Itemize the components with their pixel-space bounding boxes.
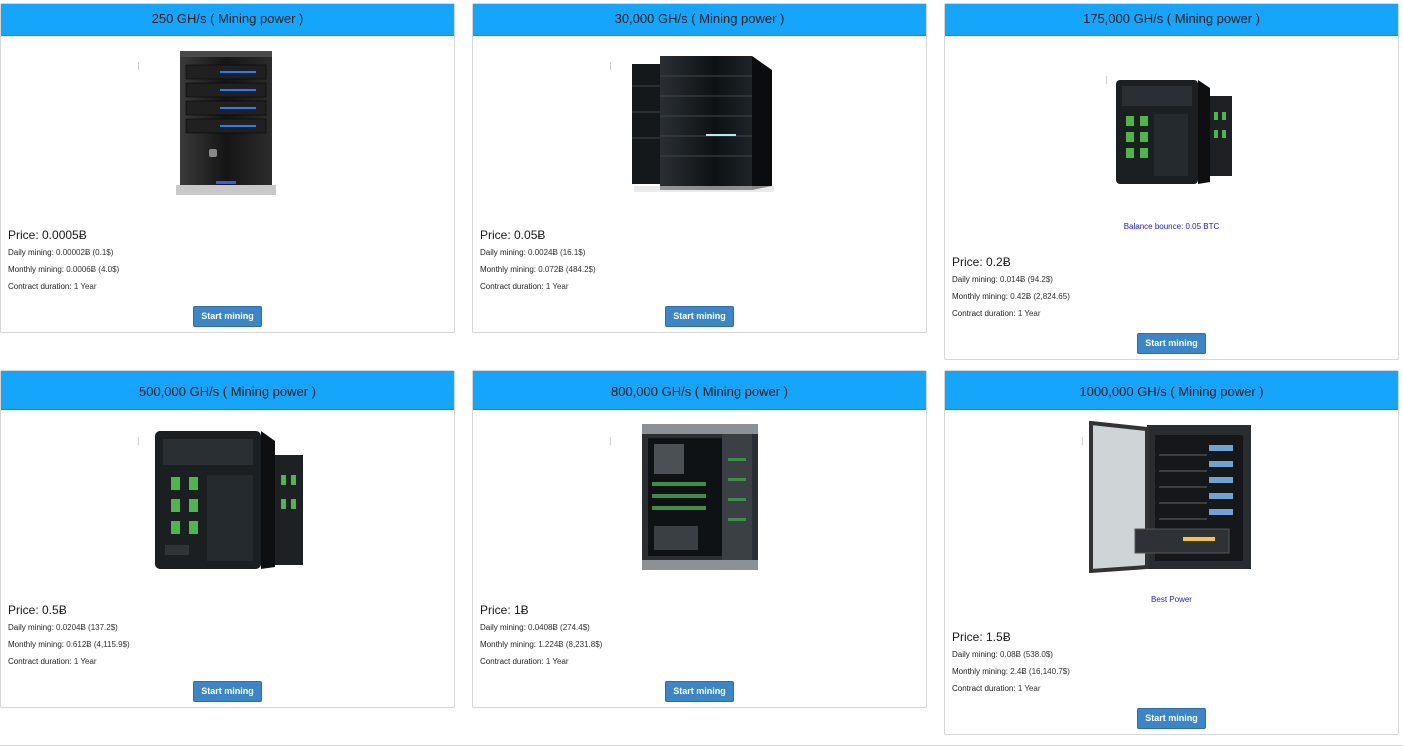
server-tower-icon (1, 49, 454, 197)
monthly-mining: Monthly mining: 0.612Ƀ (4,115.9$) (8, 640, 130, 649)
promo-text: Best Power (1151, 595, 1192, 604)
start-mining-button[interactable]: Start mining (1137, 708, 1206, 729)
plan-price: Price: 0.0005Ƀ (8, 228, 87, 242)
server-cabinet-icon (473, 54, 926, 194)
monthly-mining: Monthly mining: 1.224Ƀ (8,231.8$) (480, 640, 603, 649)
contract-duration: Contract duration: 1 Year (952, 309, 1041, 318)
daily-mining: Daily mining: 0.0408Ƀ (274.4$) (480, 623, 590, 632)
daily-mining: Daily mining: 0.014Ƀ (94.2$) (952, 275, 1053, 284)
contract-duration: Contract duration: 1 Year (480, 282, 569, 291)
plan-header: 250 GH/s ( Mining power ) (1, 4, 454, 36)
plan-header: 30,000 GH/s ( Mining power ) (473, 4, 926, 36)
mining-rig-icon (1, 427, 454, 573)
plan-header: 175,000 GH/s ( Mining power ) (945, 4, 1398, 36)
plan-card-1000000: 1000,000 GH/s ( Mining power ) Best Powe… (944, 370, 1399, 735)
promo-text: Balance bounce: 0.05 BTC (1123, 222, 1220, 231)
page-divider (0, 745, 1403, 746)
contract-duration: Contract duration: 1 Year (952, 684, 1041, 693)
plan-price: Price: 0.2Ƀ (952, 255, 1011, 269)
monthly-mining: Monthly mining: 0.072Ƀ (484.2$) (480, 265, 596, 274)
start-mining-button[interactable]: Start mining (665, 681, 734, 702)
start-mining-button[interactable]: Start mining (193, 681, 262, 702)
rack-cabinet-icon (945, 421, 1398, 573)
plan-header: 1000,000 GH/s ( Mining power ) (945, 371, 1398, 410)
plan-card-500000: 500,000 GH/s ( Mining power ) Price: 0.5… (0, 370, 455, 708)
mining-plans-page: 250 GH/s ( Mining power ) Price: 0.0005Ƀ… (0, 0, 1403, 750)
start-mining-button[interactable]: Start mining (665, 306, 734, 327)
plan-header: 500,000 GH/s ( Mining power ) (1, 371, 454, 410)
monthly-mining: Monthly mining: 2.4Ƀ (16,140.7$) (952, 667, 1070, 676)
plan-card-30000: 30,000 GH/s ( Mining power ) Price: 0.05… (472, 3, 927, 333)
daily-mining: Daily mining: 0.00002Ƀ (0.1$) (8, 248, 114, 257)
daily-mining: Daily mining: 0.0024Ƀ (16.1$) (480, 248, 586, 257)
contract-duration: Contract duration: 1 Year (8, 282, 97, 291)
plan-price: Price: 0.05Ƀ (480, 228, 546, 242)
plan-header: 800,000 GH/s ( Mining power ) (473, 371, 926, 410)
mining-rig-icon (945, 74, 1398, 188)
plan-price: Price: 0.5Ƀ (8, 603, 67, 617)
contract-duration: Contract duration: 1 Year (8, 657, 97, 666)
monthly-mining: Monthly mining: 0.42Ƀ (2,824.65) (952, 292, 1070, 301)
start-mining-button[interactable]: Start mining (1137, 333, 1206, 354)
start-mining-button[interactable]: Start mining (193, 306, 262, 327)
open-case-icon (473, 418, 926, 574)
contract-duration: Contract duration: 1 Year (480, 657, 569, 666)
monthly-mining: Monthly mining: 0.0006Ƀ (4.0$) (8, 265, 120, 274)
plan-card-250: 250 GH/s ( Mining power ) Price: 0.0005Ƀ… (0, 3, 455, 333)
plan-card-175000: 175,000 GH/s ( Mining power ) Balance bo… (944, 3, 1399, 360)
plan-price: Price: 1Ƀ (480, 603, 529, 617)
plan-price: Price: 1.5Ƀ (952, 630, 1011, 644)
daily-mining: Daily mining: 0.0204Ƀ (137.2$) (8, 623, 118, 632)
plan-card-800000: 800,000 GH/s ( Mining power ) Price: 1Ƀ … (472, 370, 927, 708)
daily-mining: Daily mining: 0.08Ƀ (538.0$) (952, 650, 1053, 659)
